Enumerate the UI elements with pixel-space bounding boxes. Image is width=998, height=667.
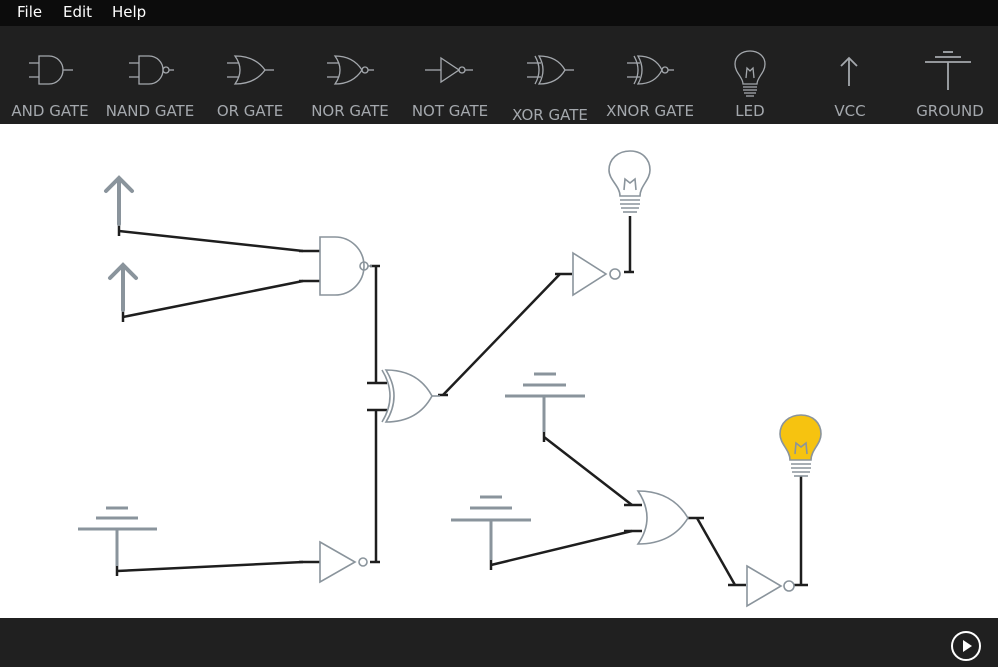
vcc-symbol[interactable] — [104, 175, 134, 226]
wire[interactable] — [122, 279, 304, 319]
led-on[interactable] — [779, 414, 822, 477]
ground-icon — [925, 51, 971, 90]
vcc-symbol[interactable] — [108, 262, 138, 312]
ground-symbol[interactable] — [451, 495, 531, 560]
component-toolbar: AND GATE NAND GATE OR GATE NOR GATE NOT … — [0, 26, 998, 124]
nand-gate[interactable] — [319, 236, 372, 296]
tool-nand-gate[interactable]: NAND GATE — [100, 26, 200, 124]
tool-label: NOR GATE — [311, 102, 389, 120]
xor-gate-icon — [527, 55, 574, 85]
ground-symbol[interactable] — [505, 372, 585, 432]
tool-xor-gate[interactable]: XOR GATE — [500, 26, 600, 124]
wire[interactable] — [490, 529, 633, 567]
tool-label: NAND GATE — [105, 102, 195, 120]
xnor-gate-icon — [627, 55, 674, 85]
or-gate[interactable] — [381, 369, 440, 423]
tool-label: GROUND — [916, 102, 984, 120]
tool-or-gate[interactable]: OR GATE — [200, 26, 300, 124]
wire[interactable] — [118, 229, 304, 253]
tool-label: VCC — [834, 102, 866, 120]
wire[interactable] — [116, 560, 304, 573]
tool-not-gate[interactable]: NOT GATE — [400, 26, 500, 124]
play-icon[interactable] — [950, 630, 982, 662]
tool-label: XOR GATE — [512, 106, 588, 124]
tool-label: OR GATE — [216, 102, 284, 120]
wire[interactable] — [442, 273, 561, 396]
tool-and-gate[interactable]: AND GATE — [0, 26, 100, 124]
tool-label: XNOR GATE — [606, 102, 694, 120]
status-bar — [0, 618, 998, 667]
tool-label: AND GATE — [11, 102, 89, 120]
or-gate[interactable] — [636, 490, 689, 545]
circuit-diagram — [78, 150, 822, 608]
or-gate-icon — [227, 55, 274, 85]
not-gate[interactable] — [746, 564, 795, 608]
tool-led[interactable]: LED — [700, 26, 800, 124]
tool-vcc[interactable]: VCC — [800, 26, 900, 124]
nor-gate-icon — [327, 55, 374, 85]
circuit-canvas[interactable] — [0, 124, 998, 618]
tool-label: LED — [735, 102, 765, 120]
tool-label: NOT GATE — [411, 102, 489, 120]
not-gate[interactable] — [572, 251, 621, 297]
menu-help[interactable]: Help — [112, 3, 146, 21]
not-gate-icon — [425, 56, 473, 84]
menu-file[interactable]: File — [17, 3, 42, 21]
tool-ground[interactable]: GROUND — [900, 26, 998, 124]
ground-symbol[interactable] — [78, 506, 157, 566]
not-gate[interactable] — [319, 540, 368, 584]
nand-gate-icon — [129, 55, 174, 85]
wire[interactable] — [695, 517, 737, 586]
tool-xnor-gate[interactable]: XNOR GATE — [600, 26, 700, 124]
wire[interactable] — [543, 436, 633, 506]
led-off[interactable] — [608, 150, 651, 213]
menu-edit[interactable]: Edit — [63, 3, 92, 21]
menu-bar: File Edit Help — [0, 0, 998, 26]
vcc-icon — [840, 56, 858, 86]
led-icon — [734, 50, 766, 97]
tool-nor-gate[interactable]: NOR GATE — [300, 26, 400, 124]
and-gate-icon — [29, 55, 73, 85]
